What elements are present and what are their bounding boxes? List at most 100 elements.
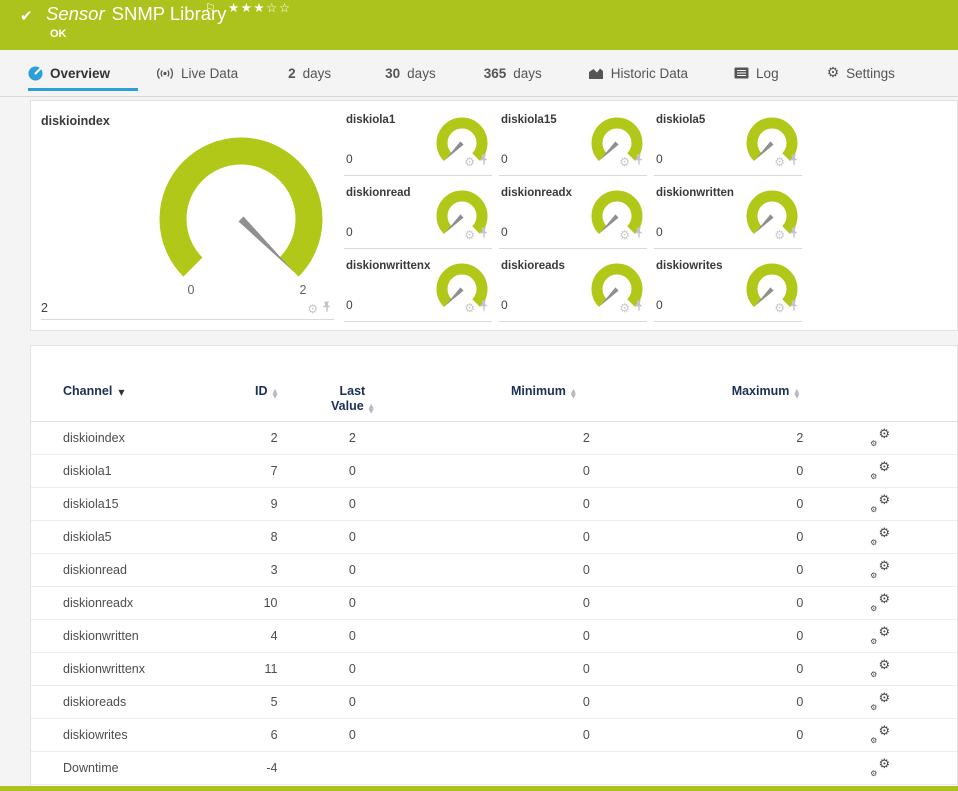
cell-channel: diskioindex [63,431,125,445]
table-row[interactable]: diskionread 3 0 0 0 ⚙ ⚙ [31,554,957,587]
pin-icon[interactable] [634,226,644,244]
pin-icon[interactable] [322,300,332,318]
cell-maximum: 0 [796,530,804,544]
gauge-title: diskiola1 [346,114,396,126]
table-row[interactable]: diskiola1 7 0 0 0 ⚙ ⚙ [31,455,957,488]
table-row[interactable]: diskioindex 2 2 2 2 ⚙ ⚙ [31,422,957,455]
cell-maximum: 0 [796,596,804,610]
tab-log[interactable]: Log [734,50,779,96]
cell-actions: ⚙ ⚙ [803,625,957,646]
channel-settings-gears-icon[interactable]: ⚙ ⚙ [870,559,890,580]
table-row[interactable]: diskiola5 8 0 0 0 ⚙ ⚙ [31,521,957,554]
column-header-channel[interactable]: Channel ▼ [31,384,231,400]
table-row[interactable]: diskionreadx 10 0 0 0 ⚙ ⚙ [31,587,957,620]
cell-last-value: 0 [348,563,356,577]
priority-stars[interactable]: ★★★☆☆ [228,0,292,15]
broadcast-icon [156,67,174,80]
column-header-last-value[interactable]: Last Value ▲ ▼ [278,384,428,414]
cell-id: 2 [270,431,278,445]
gear-icon[interactable]: ⚙ [464,156,475,168]
gauge-value: 0 [501,152,508,166]
cell-id: 7 [270,464,278,478]
table-body: diskioindex 2 2 2 2 ⚙ ⚙ diskiola1 7 0 0 … [31,422,957,785]
page-title: Sensor SNMP Library [46,3,226,25]
pin-icon[interactable] [789,226,799,244]
cell-actions: ⚙ ⚙ [803,559,957,580]
pin-icon[interactable] [634,299,644,317]
gauge-value: 0 [656,152,663,166]
table-row[interactable]: diskiola15 9 0 0 0 ⚙ ⚙ [31,488,957,521]
column-header-id[interactable]: ID ▲ ▼ [231,384,278,399]
cell-channel: diskionwritten [63,629,139,643]
channel-settings-gears-icon[interactable]: ⚙ ⚙ [870,691,890,712]
pin-icon[interactable] [789,153,799,171]
gear-icon[interactable]: ⚙ [619,156,630,168]
table-row[interactable]: diskionwrittenx 11 0 0 0 ⚙ ⚙ [31,653,957,686]
gauge-tile: diskionread 0 ⚙ [344,179,492,249]
cell-maximum: 0 [796,728,804,742]
status-badge: OK [50,28,67,40]
gauge-title: diskionreadx [501,187,572,199]
channel-settings-gears-icon[interactable]: ⚙ ⚙ [870,757,890,778]
pin-icon[interactable] [634,153,644,171]
cell-id: 5 [270,695,278,709]
gear-icon[interactable]: ⚙ [464,302,475,314]
flag-icon[interactable]: ⚐ [205,1,216,15]
pin-icon[interactable] [479,226,489,244]
channel-settings-gears-icon[interactable]: ⚙ ⚙ [870,427,890,448]
channel-settings-gears-icon[interactable]: ⚙ ⚙ [870,625,890,646]
gauge-title: diskiola15 [501,114,557,126]
tab-overview[interactable]: Overview [28,50,139,96]
channel-settings-gears-icon[interactable]: ⚙ ⚙ [870,460,890,481]
cell-last-value: 2 [348,431,356,445]
cell-channel: diskiowrites [63,728,128,742]
gauges-panel: diskioindex 0 2 2 ⚙ diskiola1 0 ⚙ diskio… [30,100,958,331]
tab-365-days[interactable]: 365 days [484,50,542,96]
gear-icon[interactable]: ⚙ [774,156,785,168]
pin-icon[interactable] [479,153,489,171]
table-row[interactable]: Downtime -4 ⚙ ⚙ [31,752,957,785]
sort-icon: ▲ ▼ [570,387,576,400]
gear-icon[interactable]: ⚙ [619,302,630,314]
cell-id: 6 [270,728,278,742]
cell-last-value: 0 [348,695,356,709]
gauge-tile: diskionwrittenx 0 ⚙ [344,252,492,322]
tab-2-days[interactable]: 2 days [288,50,331,96]
channel-settings-gears-icon[interactable]: ⚙ ⚙ [870,724,890,745]
gear-icon[interactable]: ⚙ [774,229,785,241]
sort-desc-icon: ▼ [118,388,125,397]
channel-settings-gears-icon[interactable]: ⚙ ⚙ [870,526,890,547]
table-row[interactable]: diskioreads 5 0 0 0 ⚙ ⚙ [31,686,957,719]
table-row[interactable]: diskiowrites 6 0 0 0 ⚙ ⚙ [31,719,957,752]
cell-actions: ⚙ ⚙ [803,427,957,448]
cell-minimum: 0 [582,695,590,709]
gauge-value: 0 [656,298,663,312]
tab-live-data[interactable]: Live Data [156,50,238,96]
tab-historic-data[interactable]: Historic Data [588,50,688,96]
pin-icon[interactable] [789,299,799,317]
small-gauges-grid: diskiola1 0 ⚙ diskiola15 0 ⚙ diskiola5 0… [344,101,957,330]
main-gauge-dial [159,137,323,277]
gauge-tile: diskiola5 0 ⚙ [654,106,802,176]
pin-icon[interactable] [479,299,489,317]
column-header-maximum[interactable]: Maximum ▲ ▼ [590,384,804,399]
cell-actions: ⚙ ⚙ [803,691,957,712]
cell-last-value: 0 [348,596,356,610]
column-header-minimum[interactable]: Minimum ▲ ▼ [427,384,590,399]
cell-minimum: 0 [582,530,590,544]
tab-30-days[interactable]: 30 days [385,50,436,96]
channel-settings-gears-icon[interactable]: ⚙ ⚙ [870,592,890,613]
cell-actions: ⚙ ⚙ [803,592,957,613]
gear-icon[interactable]: ⚙ [774,302,785,314]
tab-30-days-number: 30 [385,65,401,81]
cell-actions: ⚙ ⚙ [803,757,957,778]
gear-icon[interactable]: ⚙ [464,229,475,241]
channel-settings-gears-icon[interactable]: ⚙ ⚙ [870,658,890,679]
gauge-tile-diskioindex: diskioindex 0 2 2 ⚙ [31,101,344,330]
table-row[interactable]: diskionwritten 4 0 0 0 ⚙ ⚙ [31,620,957,653]
tab-365-days-number: 365 [483,65,507,81]
gear-icon[interactable]: ⚙ [307,303,318,315]
gear-icon[interactable]: ⚙ [619,229,630,241]
channel-settings-gears-icon[interactable]: ⚙ ⚙ [870,493,890,514]
tab-settings[interactable]: ⚙ Settings [827,50,895,96]
